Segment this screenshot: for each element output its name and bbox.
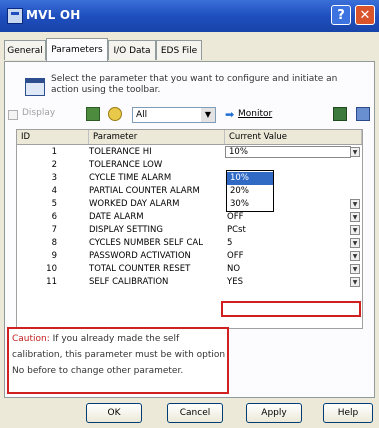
filter-value: All <box>136 110 148 120</box>
chevron-down-icon[interactable]: ▼ <box>350 277 360 287</box>
parameters-table: ID Parameter Current Value 1 TOLERANCE H… <box>16 129 363 329</box>
header-current-value[interactable]: Current Value <box>225 130 362 144</box>
caution-label: Caution: <box>12 334 50 344</box>
tab-general[interactable]: General <box>4 40 46 60</box>
row-id: 9 <box>51 251 57 261</box>
upload-icon[interactable] <box>108 107 122 121</box>
table-row[interactable]: 3 CYCLE TIME ALARM <box>17 171 362 185</box>
window-icon <box>25 78 45 96</box>
row-parameter: CYCLE TIME ALARM <box>89 173 172 183</box>
row-id: 3 <box>51 173 57 183</box>
header-parameter[interactable]: Parameter <box>89 130 225 144</box>
monitor-button[interactable]: Monitor <box>238 109 272 119</box>
header-id[interactable]: ID <box>17 130 89 144</box>
row-value: YES <box>227 277 243 287</box>
chevron-down-icon[interactable]: ▼ <box>350 199 360 209</box>
dropdown-option[interactable]: 10% <box>227 172 273 185</box>
row-parameter: PASSWORD ACTIVATION <box>89 251 191 261</box>
help-button-titlebar[interactable]: ? <box>331 5 351 25</box>
row-value: OFF <box>227 212 244 222</box>
close-button[interactable]: ✕ <box>355 5 375 25</box>
table-row[interactable]: 4 PARTIAL COUNTER ALARM <box>17 184 362 198</box>
row-parameter: TOLERANCE HI <box>89 147 152 157</box>
caution-text: Caution: If you already made the self ca… <box>12 331 226 379</box>
display-label: Display <box>22 108 56 118</box>
row-value: PCst <box>227 225 246 235</box>
highlight-box <box>221 301 361 317</box>
value-dropdown-list[interactable]: 10% 20% 30% <box>226 170 274 212</box>
row-id: 10 <box>46 264 57 274</box>
table-row[interactable]: 7 DISPLAY SETTING PCst ▼ <box>17 223 362 237</box>
row-parameter: TOTAL COUNTER RESET <box>89 264 191 274</box>
row-id: 4 <box>51 186 57 196</box>
chevron-down-icon[interactable]: ▼ <box>350 264 360 274</box>
row-parameter: WORKED DAY ALARM <box>89 199 180 209</box>
table-row[interactable]: 6 DATE ALARM OFF ▼ <box>17 210 362 224</box>
table-row[interactable]: 11 SELF CALIBRATION YES ▼ <box>17 275 362 289</box>
window-title: MVL OH <box>26 8 81 22</box>
row-id: 6 <box>51 212 57 222</box>
row-id: 7 <box>51 225 57 235</box>
dialog-window: MVL OH ? ✕ General Parameters I/O Data E… <box>0 0 379 428</box>
chevron-down-icon[interactable]: ▼ <box>201 108 215 122</box>
table-row[interactable]: 2 TOLERANCE LOW <box>17 158 362 172</box>
title-bar[interactable]: MVL OH ? ✕ <box>0 0 379 32</box>
row-value: OFF <box>227 251 244 261</box>
row-value: NO <box>227 264 241 274</box>
download-icon[interactable] <box>86 107 100 121</box>
value-select[interactable]: 10% <box>225 146 351 158</box>
table-row[interactable]: 10 TOTAL COUNTER RESET NO ▼ <box>17 262 362 276</box>
dropdown-option[interactable]: 30% <box>227 198 273 211</box>
caution-note: Caution: If you already made the self ca… <box>7 327 229 394</box>
chevron-down-icon[interactable]: ▼ <box>350 225 360 235</box>
row-id: 8 <box>51 238 57 248</box>
row-parameter: DATE ALARM <box>89 212 144 222</box>
chevron-down-icon[interactable]: ▼ <box>350 147 360 157</box>
app-icon <box>7 8 23 24</box>
chevron-down-icon[interactable]: ▼ <box>350 212 360 222</box>
ok-button[interactable]: OK <box>86 403 142 423</box>
row-parameter: CYCLES NUMBER SELF CAL <box>89 238 203 248</box>
row-parameter: SELF CALIBRATION <box>89 277 169 287</box>
row-parameter: TOLERANCE LOW <box>89 160 163 170</box>
filter-select[interactable]: All ▼ <box>132 107 216 123</box>
row-id: 2 <box>51 160 57 170</box>
table-row[interactable]: 8 CYCLES NUMBER SELF CAL 5 ▼ <box>17 236 362 250</box>
help-button[interactable]: Help <box>323 403 373 423</box>
tab-io-data[interactable]: I/O Data <box>108 40 156 60</box>
row-parameter: PARTIAL COUNTER ALARM <box>89 186 200 196</box>
table-header: ID Parameter Current Value <box>17 130 362 145</box>
display-checkbox[interactable] <box>8 110 18 120</box>
toolbar: Display All ▼ ➡ Monitor <box>8 103 371 129</box>
row-id: 5 <box>51 199 57 209</box>
apply-button[interactable]: Apply <box>246 403 302 423</box>
chevron-down-icon[interactable]: ▼ <box>350 251 360 261</box>
tab-eds-file[interactable]: EDS File <box>156 40 202 60</box>
network-icon[interactable] <box>333 107 347 121</box>
monitor-arrow-icon[interactable]: ➡ <box>225 108 234 121</box>
help-icon[interactable] <box>356 107 370 121</box>
instruction-text: Select the parameter that you want to co… <box>51 74 338 95</box>
row-id: 11 <box>46 277 57 287</box>
table-row[interactable]: 9 PASSWORD ACTIVATION OFF ▼ <box>17 249 362 263</box>
dropdown-option[interactable]: 20% <box>227 185 273 198</box>
table-row[interactable]: 1 TOLERANCE HI 10% ▼ <box>17 145 362 159</box>
row-parameter: DISPLAY SETTING <box>89 225 164 235</box>
cancel-button[interactable]: Cancel <box>167 403 223 423</box>
tab-parameters[interactable]: Parameters <box>46 38 108 62</box>
row-value: 5 <box>227 238 233 248</box>
table-row[interactable]: 5 WORKED DAY ALARM OFF ▼ <box>17 197 362 211</box>
chevron-down-icon[interactable]: ▼ <box>350 238 360 248</box>
row-id: 1 <box>51 147 57 157</box>
